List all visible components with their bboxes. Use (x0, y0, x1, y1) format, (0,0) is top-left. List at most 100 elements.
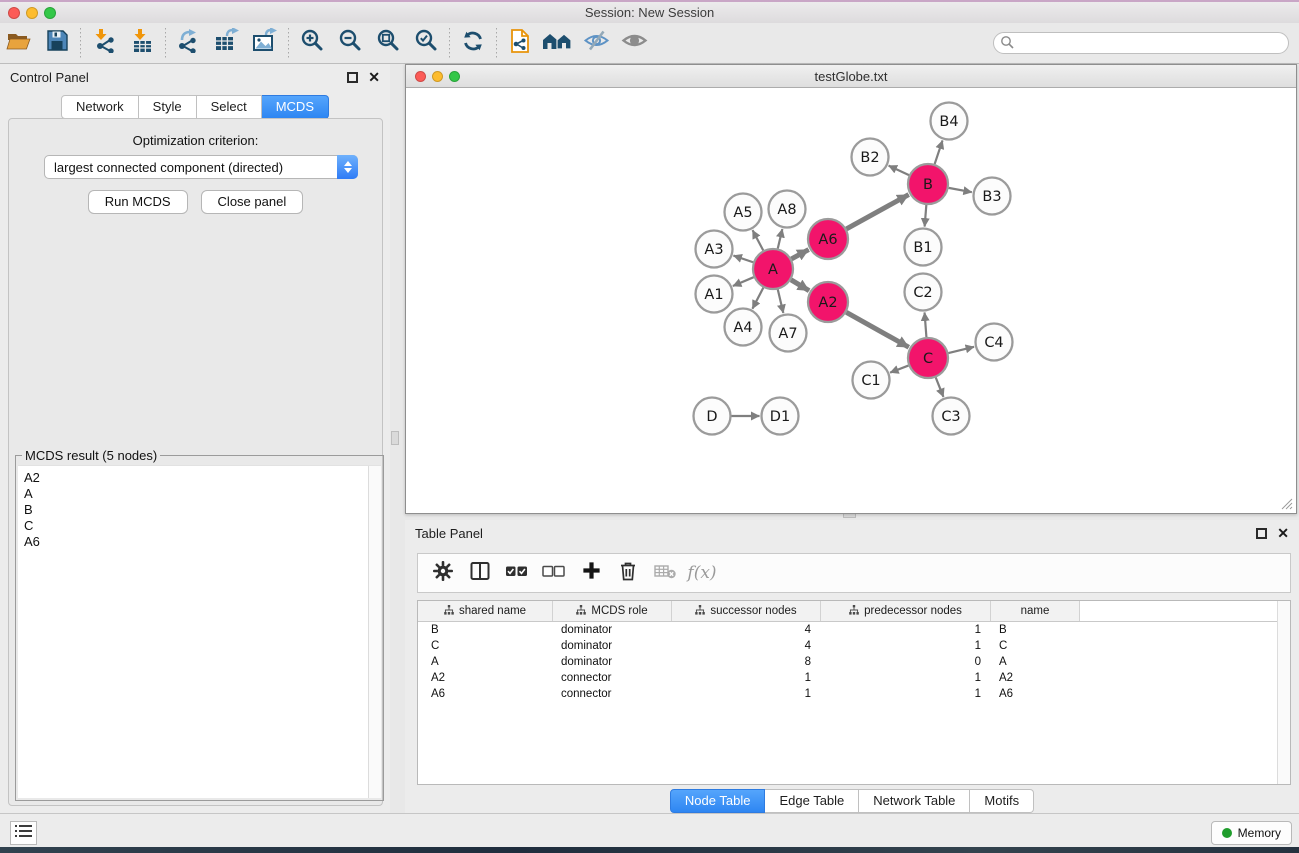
tab-network[interactable]: Network (61, 95, 139, 119)
delete-table-button[interactable] (650, 558, 680, 588)
tab-edge-table[interactable]: Edge Table (765, 789, 859, 813)
float-table-panel-icon[interactable] (1256, 528, 1267, 539)
table-cell[interactable]: 1 (672, 688, 821, 700)
zoom-in-button[interactable] (293, 26, 331, 60)
mcds-result-item[interactable]: B (18, 502, 381, 518)
resize-grip-icon[interactable] (1280, 497, 1293, 510)
export-image-button[interactable] (246, 26, 284, 60)
table-cell[interactable]: 1 (821, 688, 991, 700)
mcds-result-item[interactable]: A (18, 486, 381, 502)
run-mcds-button[interactable]: Run MCDS (88, 190, 188, 214)
graph-edge-A-A7[interactable] (778, 289, 784, 313)
network-graph-canvas[interactable]: B4B2BB3A8A5A6A3B1AA1C2A2A4A7C4CC1C3DD1 (407, 88, 1295, 512)
table-cell[interactable]: 1 (821, 624, 991, 636)
zoom-fit-button[interactable] (369, 26, 407, 60)
graph-edge-B-B3[interactable] (949, 188, 972, 192)
table-cell[interactable]: A2 (418, 672, 553, 684)
table-cell[interactable]: dominator (553, 624, 672, 636)
close-panel-icon[interactable]: ✕ (368, 72, 380, 83)
deselect-all-button[interactable] (539, 558, 569, 588)
mcds-list-scrollbar[interactable] (368, 466, 381, 798)
mcds-result-item[interactable]: A6 (18, 534, 381, 550)
table-row[interactable]: Adominator80A (418, 654, 1290, 670)
graph-edge-A2-C[interactable] (846, 312, 908, 347)
table-cell[interactable]: B (418, 624, 553, 636)
table-cell[interactable]: A2 (991, 672, 1080, 684)
refresh-button[interactable] (454, 26, 492, 60)
table-cell[interactable]: 4 (672, 624, 821, 636)
criterion-dropdown[interactable]: largest connected component (directed) (44, 155, 358, 179)
birds-eye-button[interactable] (539, 26, 577, 60)
graph-edge-B-B2[interactable] (889, 166, 909, 175)
graph-edge-A-A8[interactable] (778, 229, 783, 249)
add-row-button[interactable] (576, 558, 606, 588)
table-cell[interactable]: A (991, 656, 1080, 668)
column-header-shared-name[interactable]: shared name (418, 601, 553, 621)
table-cell[interactable]: dominator (553, 640, 672, 652)
node-table[interactable]: shared nameMCDS rolesuccessor nodesprede… (417, 600, 1291, 785)
tab-mcds[interactable]: MCDS (262, 95, 329, 119)
float-panel-icon[interactable] (347, 72, 358, 83)
task-history-button[interactable] (10, 821, 37, 845)
graph-edge-B-B1[interactable] (925, 205, 927, 227)
graph-edge-A-A6[interactable] (791, 250, 808, 259)
table-row[interactable]: A6connector11A6 (418, 686, 1290, 702)
column-header-MCDS-role[interactable]: MCDS role (553, 601, 672, 621)
tab-style[interactable]: Style (139, 95, 197, 119)
graph-edge-A-A3[interactable] (733, 256, 753, 263)
table-cell[interactable]: 1 (672, 672, 821, 684)
network-graph[interactable]: B4B2BB3A8A5A6A3B1AA1C2A2A4A7C4CC1C3DD1 (407, 88, 1297, 513)
hide-details-button[interactable] (577, 26, 615, 60)
table-row[interactable]: A2connector11A2 (418, 670, 1290, 686)
memory-button[interactable]: Memory (1211, 821, 1292, 845)
table-cell[interactable]: C (991, 640, 1080, 652)
column-header-predecessor-nodes[interactable]: predecessor nodes (821, 601, 991, 621)
tab-network-table[interactable]: Network Table (859, 789, 970, 813)
network-window-titlebar[interactable]: testGlobe.txt (406, 65, 1296, 88)
function-builder-button[interactable]: f(x) (687, 558, 717, 588)
graph-edge-A-A1[interactable] (733, 277, 754, 286)
graph-edge-B-B4[interactable] (935, 140, 943, 164)
table-row[interactable]: Bdominator41B (418, 622, 1290, 638)
table-cell[interactable]: 0 (821, 656, 991, 668)
table-settings-button[interactable] (428, 558, 458, 588)
table-cell[interactable]: connector (553, 672, 672, 684)
open-session-button[interactable] (0, 26, 38, 60)
graph-edge-A-A4[interactable] (752, 288, 763, 309)
show-details-button[interactable] (615, 26, 653, 60)
table-cell[interactable]: B (991, 624, 1080, 636)
column-header-successor-nodes[interactable]: successor nodes (672, 601, 821, 621)
graph-edge-A6-B[interactable] (846, 195, 908, 229)
column-header-name[interactable]: name (991, 601, 1080, 621)
import-network-button[interactable] (85, 26, 123, 60)
table-cell[interactable]: 1 (821, 640, 991, 652)
graph-edge-C-C1[interactable] (890, 366, 908, 373)
close-table-panel-icon[interactable]: ✕ (1277, 528, 1289, 539)
graph-edge-C-C4[interactable] (948, 347, 974, 353)
select-all-button[interactable] (502, 558, 532, 588)
table-cell[interactable]: C (418, 640, 553, 652)
table-row[interactable]: Cdominator41C (418, 638, 1290, 654)
vertical-split-handle[interactable] (391, 431, 399, 445)
column-chooser-button[interactable] (465, 558, 495, 588)
table-cell[interactable]: 8 (672, 656, 821, 668)
tab-select[interactable]: Select (197, 95, 262, 119)
tab-node-table[interactable]: Node Table (670, 789, 766, 813)
table-cell[interactable]: 4 (672, 640, 821, 652)
save-session-button[interactable] (38, 26, 76, 60)
clone-network-button[interactable] (501, 26, 539, 60)
table-cell[interactable]: A (418, 656, 553, 668)
table-cell[interactable]: A6 (418, 688, 553, 700)
tab-motifs[interactable]: Motifs (970, 789, 1034, 813)
graph-edge-A-A2[interactable] (791, 280, 809, 291)
table-cell[interactable]: A6 (991, 688, 1080, 700)
table-cell[interactable]: dominator (553, 656, 672, 668)
zoom-selected-button[interactable] (407, 26, 445, 60)
import-table-button[interactable] (123, 26, 161, 60)
graph-edge-C-C3[interactable] (936, 378, 944, 397)
delete-row-button[interactable] (613, 558, 643, 588)
close-panel-button[interactable]: Close panel (201, 190, 304, 214)
table-scrollbar[interactable] (1277, 601, 1290, 784)
mcds-result-item[interactable]: C (18, 518, 381, 534)
search-input[interactable] (993, 32, 1289, 54)
